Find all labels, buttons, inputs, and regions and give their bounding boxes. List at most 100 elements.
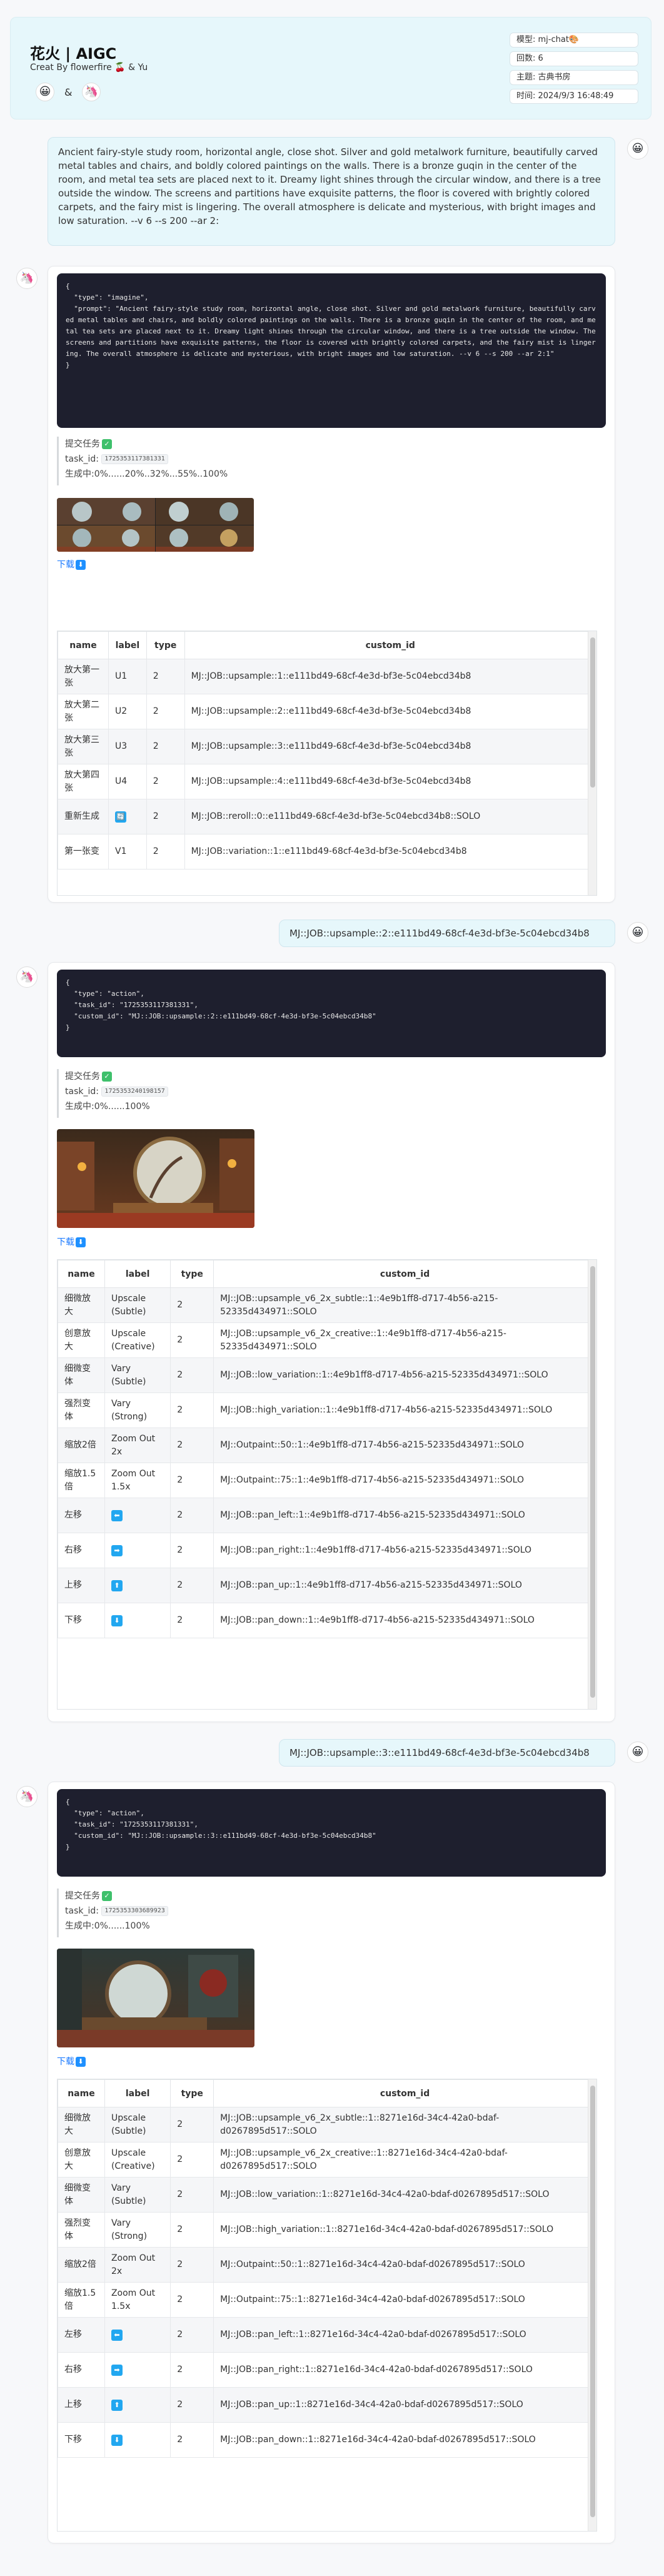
user-emoji-icon: 😀 xyxy=(36,83,54,101)
table-cell-custom-id: MJ::JOB::upsample_v6_2x_subtle::1::4e9b1… xyxy=(213,1287,596,1323)
table-cell-label: Upscale (Creative) xyxy=(104,2142,171,2178)
table-cell-type: 2 xyxy=(170,1533,214,1568)
table-cell-custom-id: MJ::JOB::pan_right::1::8271e16d-34c4-42a… xyxy=(213,2352,596,2388)
table-cell-custom-id: MJ::JOB::upsample::4::e111bd49-68cf-4e3d… xyxy=(184,764,596,799)
table-cell-custom-id: MJ::Outpaint::75::1::4e9b1ff8-d717-4b56-… xyxy=(213,1463,596,1498)
download-icon: ⬇ xyxy=(76,2057,86,2067)
generated-image[interactable] xyxy=(57,1949,254,2047)
table-cell-type: 2 xyxy=(170,1392,214,1428)
table-row: 细微变体 Vary (Subtle) 2 MJ::JOB::low_variation… xyxy=(58,2177,596,2213)
action-icon: ➡ xyxy=(111,1545,123,1556)
progress-text: 生成中:0%......100% xyxy=(65,1102,150,1112)
table-cell-name: 上移 xyxy=(58,1568,105,1603)
table-cell-name: 缩放2倍 xyxy=(58,2247,105,2283)
table-row: 缩放2倍 Zoom Out 2x 2 MJ::Outpaint::50::1::827… xyxy=(58,2247,596,2283)
download-link[interactable]: 下载 ⬇ xyxy=(57,2055,86,2067)
download-icon: ⬇ xyxy=(76,1237,86,1247)
download-link[interactable]: 下载 ⬇ xyxy=(57,1235,86,1248)
table-cell-label: ⬇ xyxy=(104,2422,171,2458)
user-message-prompt: Ancient fairy-style study room, horizont… xyxy=(48,137,615,246)
bot-response-card: { "type": "action", "task_id": "17253531… xyxy=(48,962,615,1722)
user-avatar-icon: 😀 xyxy=(627,1742,648,1763)
table-cell-name: 上移 xyxy=(58,2387,105,2423)
generated-image[interactable] xyxy=(57,1129,254,1228)
bot-avatar-icon: 🦄 xyxy=(16,966,38,988)
table-cell-type: 2 xyxy=(146,764,185,799)
action-icon: ⬆ xyxy=(111,1580,123,1591)
user-message-text: MJ::JOB::upsample::3::e111bd49-68cf-4e3d… xyxy=(289,1747,590,1758)
table-cell-type: 2 xyxy=(146,799,185,834)
table-cell-custom-id: MJ::JOB::pan_down::1::4e9b1ff8-d717-4b56… xyxy=(213,1603,596,1638)
table-cell-custom-id: MJ::JOB::pan_up::1::8271e16d-34c4-42a0-b… xyxy=(213,2387,596,2423)
table-cell-name: 放大第二张 xyxy=(58,694,109,729)
table-scrollbar[interactable] xyxy=(588,631,596,895)
table-cell-label: Upscale (Subtle) xyxy=(104,1287,171,1323)
table-cell-name: 创意放大 xyxy=(58,2142,105,2178)
progress-text: 生成中:0%......100% xyxy=(65,1921,150,1931)
table-cell-type: 2 xyxy=(170,2247,214,2283)
table-row: 重新生成 🔄 2 MJ::JOB::reroll::0::e111bd49-68cf-… xyxy=(58,799,596,834)
table-cell-name: 左移 xyxy=(58,2317,105,2353)
task-status: 提交任务 ✓ task_id: 1725353117381331 生成中:0%..… xyxy=(57,437,228,485)
table-cell-label: Zoom Out 1.5x xyxy=(104,1463,171,1498)
request-code-block[interactable]: { "type": "imagine", "prompt": "Ancient … xyxy=(57,273,606,428)
user-avatar-icon: 😀 xyxy=(627,138,648,160)
app-title: 花火 | AIGC xyxy=(30,45,117,63)
table-cell-label: Vary (Subtle) xyxy=(104,1357,171,1393)
user-message-text: MJ::JOB::upsample::2::e111bd49-68cf-4e3d… xyxy=(289,928,590,939)
table-cell-name: 细微放大 xyxy=(58,2107,105,2142)
table-scrollbar[interactable] xyxy=(588,2079,596,2531)
table-cell-custom-id: MJ::JOB::low_variation::1::8271e16d-34c4… xyxy=(213,2177,596,2213)
task-id-label: task_id: xyxy=(65,454,99,464)
table-cell-label: ⬅ xyxy=(104,2317,171,2353)
task-status: 提交任务 ✓ task_id: 1725353240198157 生成中:0%..… xyxy=(57,1069,168,1118)
table-cell-label: Zoom Out 1.5x xyxy=(104,2282,171,2318)
table-row: 左移 ⬅ 2 MJ::JOB::pan_left::1::8271e16d-34c4-… xyxy=(58,2317,596,2353)
table-cell-type: 2 xyxy=(146,694,185,729)
table-row: 放大第三张 U3 2 MJ::JOB::upsample::3::e111bd49-6… xyxy=(58,729,596,764)
table-cell-type: 2 xyxy=(146,729,185,764)
table-cell-label: Zoom Out 2x xyxy=(104,1427,171,1463)
table-cell-custom-id: MJ::JOB::pan_left::1::4e9b1ff8-d717-4b56… xyxy=(213,1498,596,1533)
table-row: 强烈变体 Vary (Strong) 2 MJ::JOB::high_variatio… xyxy=(58,2212,596,2248)
meta-time: 时间: 2024/9/3 16:48:49 xyxy=(510,89,638,104)
table-cell-custom-id: MJ::Outpaint::75::1::8271e16d-34c4-42a0-… xyxy=(213,2282,596,2318)
table-cell-label: Vary (Strong) xyxy=(104,1392,171,1428)
request-code-block[interactable]: { "type": "action", "task_id": "17253531… xyxy=(57,970,606,1057)
table-cell-type: 2 xyxy=(170,2107,214,2142)
table-cell-custom-id: MJ::JOB::upsample::3::e111bd49-68cf-4e3d… xyxy=(184,729,596,764)
table-row: 下移 ⬇ 2 MJ::JOB::pan_down::1::8271e16d-34c4-… xyxy=(58,2422,596,2458)
table-cell-name: 放大第一张 xyxy=(58,659,109,694)
table-row: 创意放大 Upscale (Creative) 2 MJ::JOB::upsample… xyxy=(58,1322,596,1358)
request-code-block[interactable]: { "type": "action", "task_id": "17253531… xyxy=(57,1789,606,1877)
table-cell-custom-id: MJ::JOB::pan_down::1::8271e16d-34c4-42a0… xyxy=(213,2422,596,2458)
column-header: name xyxy=(58,631,109,659)
table-cell-type: 2 xyxy=(170,2142,214,2178)
table-cell-label: ⬇ xyxy=(104,1603,171,1638)
table-cell-name: 放大第四张 xyxy=(58,764,109,799)
table-cell-name: 细微放大 xyxy=(58,1287,105,1323)
table-scrollbar[interactable] xyxy=(588,1260,596,1709)
user-message-cmd: MJ::JOB::upsample::2::e111bd49-68cf-4e3d… xyxy=(279,920,615,947)
generated-image[interactable] xyxy=(57,498,254,552)
task-id-value: 1725353240198157 xyxy=(101,1087,168,1097)
table-cell-custom-id: MJ::JOB::low_variation::1::4e9b1ff8-d717… xyxy=(213,1357,596,1393)
table-cell-name: 缩放1.5倍 xyxy=(58,2282,105,2318)
table-cell-custom-id: MJ::JOB::variation::1::e111bd49-68cf-4e3… xyxy=(184,834,596,870)
table-cell-type: 2 xyxy=(170,2282,214,2318)
table-cell-label: U3 xyxy=(108,729,147,764)
table-cell-custom-id: MJ::JOB::reroll::0::e111bd49-68cf-4e3d-b… xyxy=(184,799,596,834)
table-row: 上移 ⬆ 2 MJ::JOB::pan_up::1::4e9b1ff8-d717-4b… xyxy=(58,1568,596,1603)
table-cell-name: 右移 xyxy=(58,1533,105,1568)
table-cell-custom-id: MJ::JOB::upsample::2::e111bd49-68cf-4e3d… xyxy=(184,694,596,729)
download-link[interactable]: 下载 ⬇ xyxy=(57,558,86,570)
table-cell-label: V1 xyxy=(108,834,147,870)
table-cell-name: 左移 xyxy=(58,1498,105,1533)
table-row: 右移 ➡ 2 MJ::JOB::pan_right::1::8271e16d-34c4… xyxy=(58,2352,596,2388)
table-row: 细微放大 Upscale (Subtle) 2 MJ::JOB::upsample_v… xyxy=(58,1287,596,1323)
table-row: 下移 ⬇ 2 MJ::JOB::pan_down::1::4e9b1ff8-d717-… xyxy=(58,1603,596,1638)
progress-text: 生成中:0%......20%..32%...55%..100% xyxy=(65,469,228,479)
table-cell-custom-id: MJ::JOB::upsample_v6_2x_creative::1::827… xyxy=(213,2142,596,2178)
bot-avatar-icon: 🦄 xyxy=(16,268,38,289)
table-cell-type: 2 xyxy=(170,2177,214,2213)
